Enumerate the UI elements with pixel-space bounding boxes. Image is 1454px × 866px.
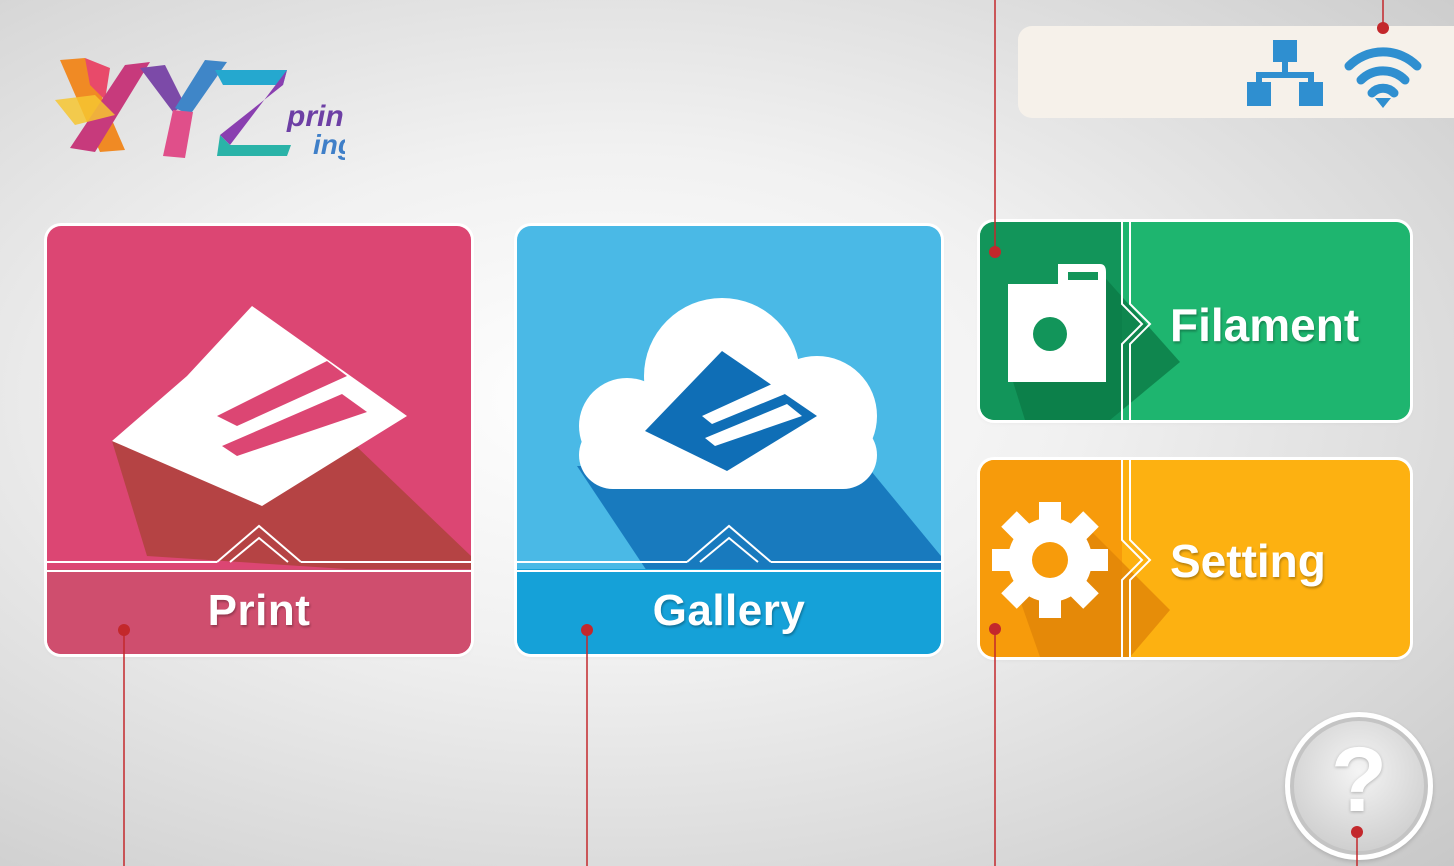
xyzprinting-logo: print ing [55, 40, 356, 165]
gallery-button[interactable]: Gallery [517, 226, 941, 654]
svg-text:ing: ing [313, 129, 345, 160]
wifi-icon[interactable] [1343, 44, 1423, 110]
network-icon[interactable] [1246, 38, 1326, 108]
filament-button[interactable]: Filament [980, 222, 1410, 420]
filament-label: Filament [1170, 299, 1360, 351]
print-button[interactable]: Print [47, 226, 471, 654]
gallery-label: Gallery [652, 586, 806, 635]
home-screen: print ing [0, 0, 1454, 866]
help-button[interactable]: ? [1285, 712, 1433, 860]
setting-button[interactable]: Setting [980, 460, 1410, 657]
print-label: Print [207, 586, 311, 635]
setting-label: Setting [1170, 535, 1326, 587]
help-icon: ? [1330, 729, 1388, 831]
status-bar [1018, 26, 1454, 118]
